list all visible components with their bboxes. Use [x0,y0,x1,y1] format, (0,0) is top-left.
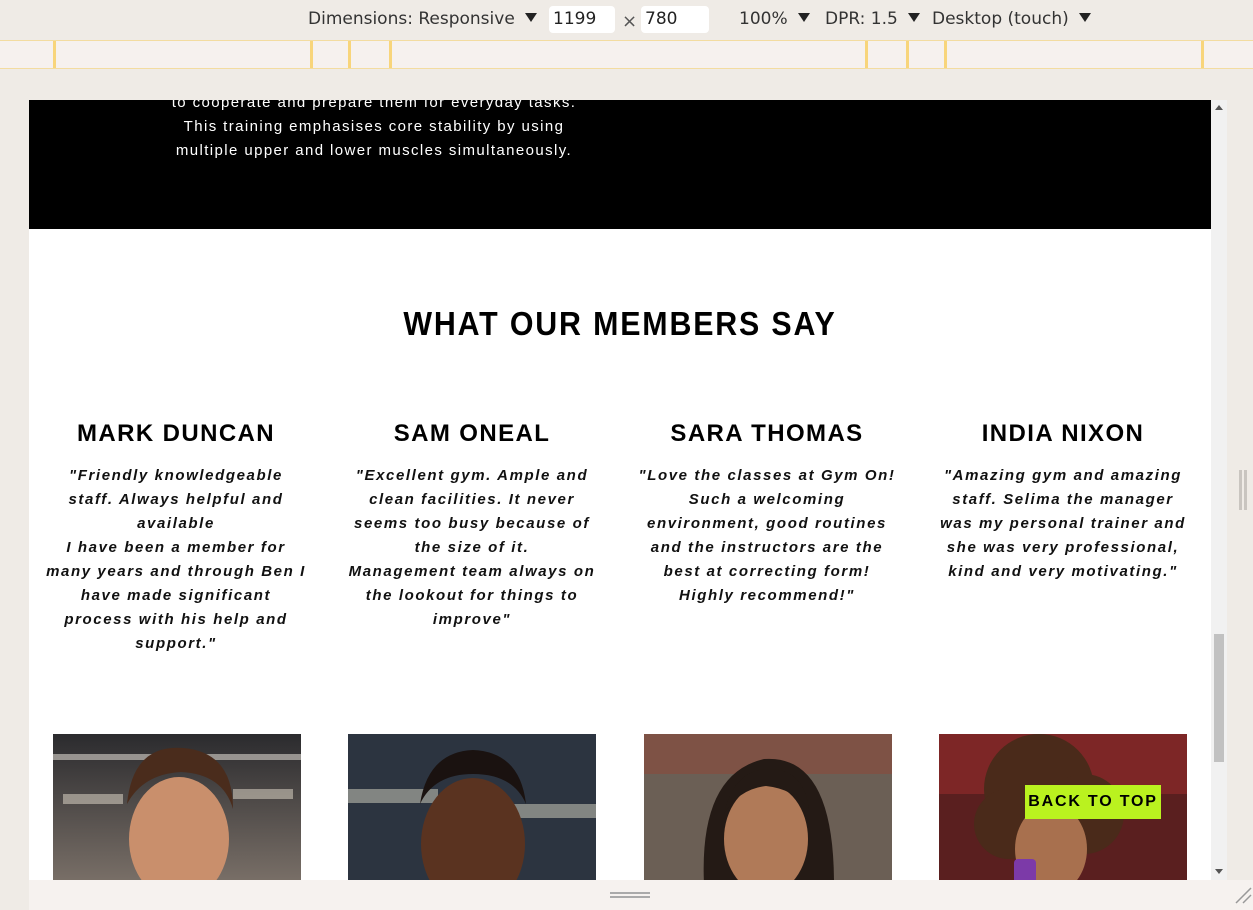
scroll-down-arrow-icon[interactable] [1215,869,1223,874]
media-query-marker[interactable] [1201,41,1204,68]
hero-section: to cooperate and prepare them for everyd… [29,100,1211,229]
member-photo [348,734,596,880]
chevron-down-icon [797,13,810,22]
dimensions-dropdown[interactable]: Dimensions: Responsive [308,9,537,29]
member-name: SARA THOMAS [670,420,864,447]
member-quote: "Love the classes at Gym On! Such a welc… [638,467,896,604]
resize-handle-right[interactable] [1239,470,1242,510]
dpr-label: DPR: 1.5 [825,9,898,29]
resize-bar-bottom [29,880,1253,910]
testimonial-card: MARK DUNCAN "Friendly knowledgeable staf… [45,418,307,656]
hero-description: to cooperate and prepare them for everyd… [139,100,609,163]
chevron-down-icon [524,13,537,22]
chevron-down-icon [1078,13,1091,22]
hero-line: multiple upper and lower muscles simulta… [175,142,573,159]
height-input[interactable]: 780 [641,6,709,33]
member-quote: "Excellent gym. Ample and clean faciliti… [348,467,596,628]
member-photo [53,734,301,880]
member-photo [644,734,892,880]
testimonial-card: INDIA NIXON "Amazing gym and amazing sta… [932,418,1194,584]
device-toolbar: Dimensions: Responsive 1199 × 780 100% D… [0,0,1253,40]
resize-corner-icon[interactable] [1234,886,1252,904]
zoom-label: 100% [739,9,788,29]
testimonial-card: SAM ONEAL "Excellent gym. Ample and clea… [341,418,603,632]
member-quote: "Friendly knowledgeable staff. Always he… [46,467,306,652]
member-name: INDIA NIXON [981,420,1145,447]
section-title: WHAT OUR MEMBERS SAY [403,305,837,342]
scroll-up-arrow-icon[interactable] [1215,105,1223,110]
media-query-marker[interactable] [310,41,313,68]
times-separator: × [622,11,638,32]
dimensions-label: Dimensions: Responsive [308,9,515,29]
hero-line: This training emphasises core stability … [183,118,565,135]
hero-line: to cooperate and prepare them for everyd… [171,100,577,111]
media-query-marker[interactable] [53,41,56,68]
device-mode-dropdown[interactable]: Desktop (touch) [932,9,1091,29]
back-to-top-button[interactable]: BACK TO TOP [1025,785,1161,819]
width-input[interactable]: 1199 [549,6,615,33]
zoom-dropdown[interactable]: 100% [739,9,810,29]
page-viewport: to cooperate and prepare them for everyd… [29,100,1211,880]
media-query-marker[interactable] [944,41,947,68]
chevron-down-icon [907,13,920,22]
media-query-marker[interactable] [348,41,351,68]
page-scrollbar[interactable] [1211,100,1227,880]
testimonial-card: SARA THOMAS "Love the classes at Gym On!… [636,418,898,608]
media-query-bar [0,40,1253,69]
resize-handle-bottom[interactable] [610,892,650,898]
dpr-dropdown[interactable]: DPR: 1.5 [825,9,920,29]
member-name: MARK DUNCAN [76,420,276,447]
resize-handle-right[interactable] [1244,470,1247,510]
device-mode-label: Desktop (touch) [932,9,1069,29]
media-query-marker[interactable] [389,41,392,68]
member-name: SAM ONEAL [393,420,551,447]
media-query-marker[interactable] [865,41,868,68]
member-quote: "Amazing gym and amazing staff. Selima t… [940,467,1186,580]
media-query-marker[interactable] [906,41,909,68]
scrollbar-thumb[interactable] [1214,634,1224,762]
